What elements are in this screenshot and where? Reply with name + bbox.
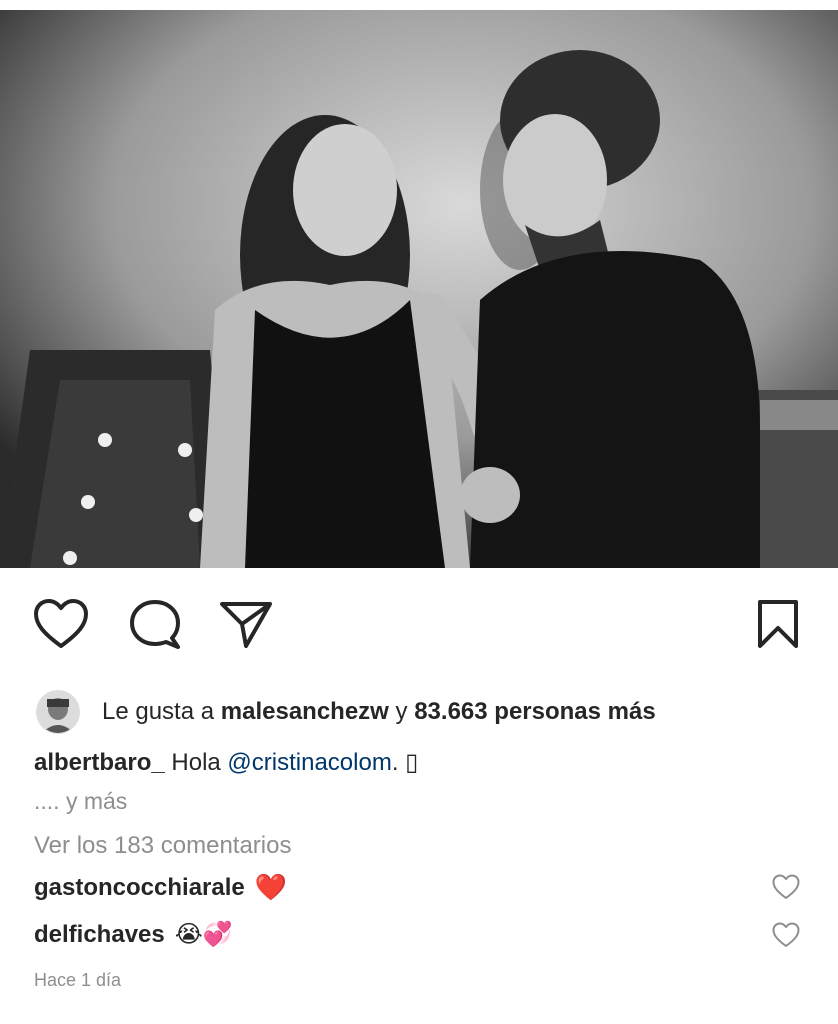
comment-bubble-icon[interactable] (128, 598, 184, 650)
avatar[interactable] (36, 690, 80, 734)
post-actions-bar (0, 598, 838, 654)
comment-text: ❤️ (254, 872, 288, 902)
post-photo[interactable] (0, 10, 838, 568)
likes-text: Le gusta a malesanchezw y 83.663 persona… (102, 698, 656, 726)
paper-plane-icon[interactable] (218, 598, 274, 650)
caption-text: Hola (164, 749, 228, 776)
comment-username[interactable]: delfichaves (34, 921, 165, 949)
post-caption: albertbaro_ Hola @cristinacolom. ▯ (34, 748, 418, 777)
likes-count[interactable]: 83.663 personas más (414, 698, 656, 725)
liker-username[interactable]: malesanchezw (221, 698, 389, 725)
comment-username[interactable]: gastoncocchiarale (34, 874, 245, 902)
heart-outline-icon[interactable] (33, 598, 89, 650)
view-comments-link[interactable]: Ver los 183 comentarios (34, 832, 291, 860)
comment-like-heart-icon[interactable] (772, 922, 800, 953)
comment-like-heart-icon[interactable] (772, 874, 800, 905)
comment-text: 😭💞 (174, 921, 233, 948)
caption-more-link[interactable]: .... y más (34, 788, 127, 815)
caption-username[interactable]: albertbaro_ (34, 749, 165, 776)
likes-middle: y (388, 698, 415, 725)
likes-summary[interactable]: Le gusta a malesanchezw y 83.663 persona… (36, 690, 656, 734)
caption-suffix: . ▯ (391, 749, 419, 776)
post-timestamp: Hace 1 día (34, 970, 122, 990)
caption-mention[interactable]: @cristinacolom (227, 749, 391, 776)
likes-prefix: Le gusta a (102, 698, 221, 725)
comment-item: gastoncocchiarale ❤️ (34, 872, 287, 903)
bookmark-icon[interactable] (754, 598, 802, 650)
comment-item: delfichaves 😭💞 (34, 920, 233, 949)
